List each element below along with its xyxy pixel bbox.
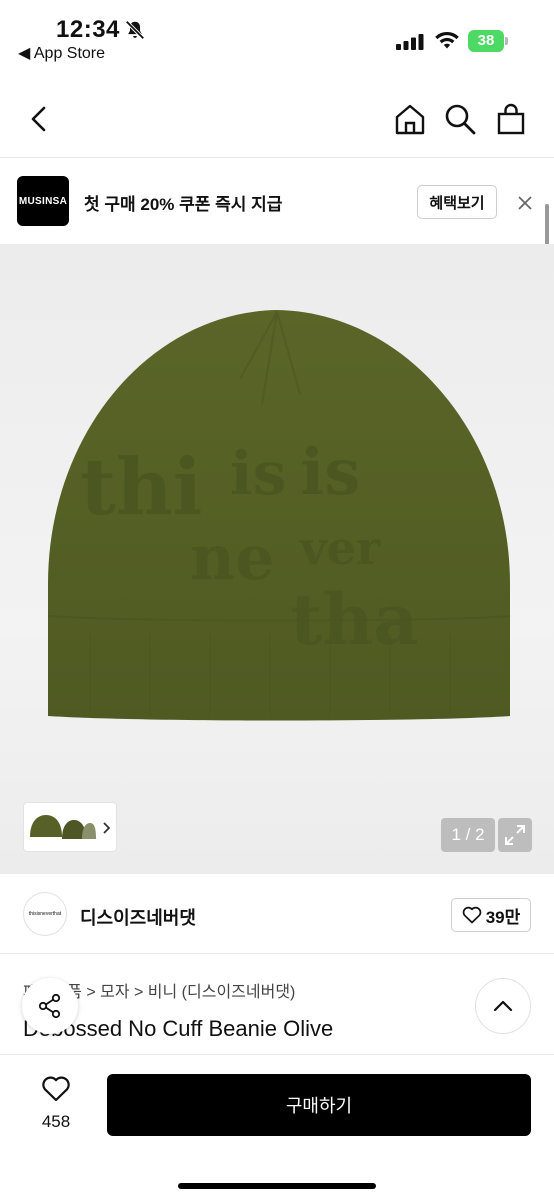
- beanie-product-image: thi is is ne ver tha: [47, 310, 511, 721]
- gallery-thumbnail[interactable]: [23, 802, 117, 852]
- scroll-top-button[interactable]: [475, 978, 531, 1034]
- share-button[interactable]: [22, 978, 78, 1034]
- chevron-up-icon: [493, 1000, 513, 1012]
- buy-button[interactable]: 구매하기: [107, 1074, 531, 1136]
- back-chevron-icon[interactable]: [22, 102, 56, 136]
- brand-row[interactable]: thisisneverthat 디스이즈네버댓 39만: [0, 874, 554, 954]
- purchase-bar: 458 구매하기: [0, 1054, 554, 1200]
- svg-text:tha: tha: [290, 578, 419, 661]
- share-icon: [38, 993, 61, 1019]
- wishlist-button[interactable]: 458: [30, 1075, 82, 1132]
- thumbnail-image: [30, 815, 111, 839]
- image-counter: 1 / 2: [441, 818, 495, 852]
- expand-button[interactable]: [498, 818, 532, 852]
- promo-text: 첫 구매 20% 쿠폰 즉시 지급: [84, 195, 283, 214]
- brand-logo[interactable]: thisisneverthat: [23, 892, 67, 936]
- svg-text:ne: ne: [190, 521, 275, 594]
- view-benefits-button[interactable]: 혜택보기: [417, 185, 497, 219]
- status-time: 12:34: [56, 16, 120, 43]
- battery-indicator: 38: [468, 30, 508, 52]
- heart-icon: [42, 1076, 70, 1102]
- status-bar: 12:34 ◀ App Store 38: [0, 0, 554, 70]
- wifi-icon: [435, 31, 459, 49]
- shopping-bag-icon[interactable]: [494, 102, 528, 136]
- top-nav: [0, 80, 554, 276]
- product-image-gallery[interactable]: thi is is ne ver tha 1 / 2: [0, 244, 554, 874]
- svg-text:thi: thi: [80, 442, 202, 533]
- svg-text:is: is: [300, 435, 360, 510]
- home-indicator: [178, 1183, 376, 1189]
- wishlist-count: 458: [41, 1112, 71, 1131]
- promo-banner: MUSINSA 첫 구매 20% 쿠폰 즉시 지급 혜택보기: [0, 158, 554, 244]
- search-icon[interactable]: [443, 102, 477, 136]
- expand-icon: [505, 825, 525, 845]
- back-to-app-store[interactable]: ◀ App Store: [18, 43, 105, 63]
- musinsa-logo: MUSINSA: [17, 176, 69, 226]
- bell-muted-icon: [125, 20, 145, 40]
- svg-text:is: is: [230, 439, 287, 509]
- close-icon[interactable]: [515, 193, 535, 213]
- brand-like-count: 39만: [485, 907, 521, 927]
- heart-icon: [462, 906, 481, 924]
- battery-tip: [505, 37, 508, 45]
- battery-level: 38: [468, 30, 504, 52]
- brand-like-button[interactable]: 39만: [451, 898, 531, 932]
- cellular-signal-icon: [396, 34, 424, 50]
- svg-text:ver: ver: [299, 521, 381, 575]
- brand-name[interactable]: 디스이즈네버댓: [80, 904, 196, 930]
- home-icon[interactable]: [393, 102, 427, 136]
